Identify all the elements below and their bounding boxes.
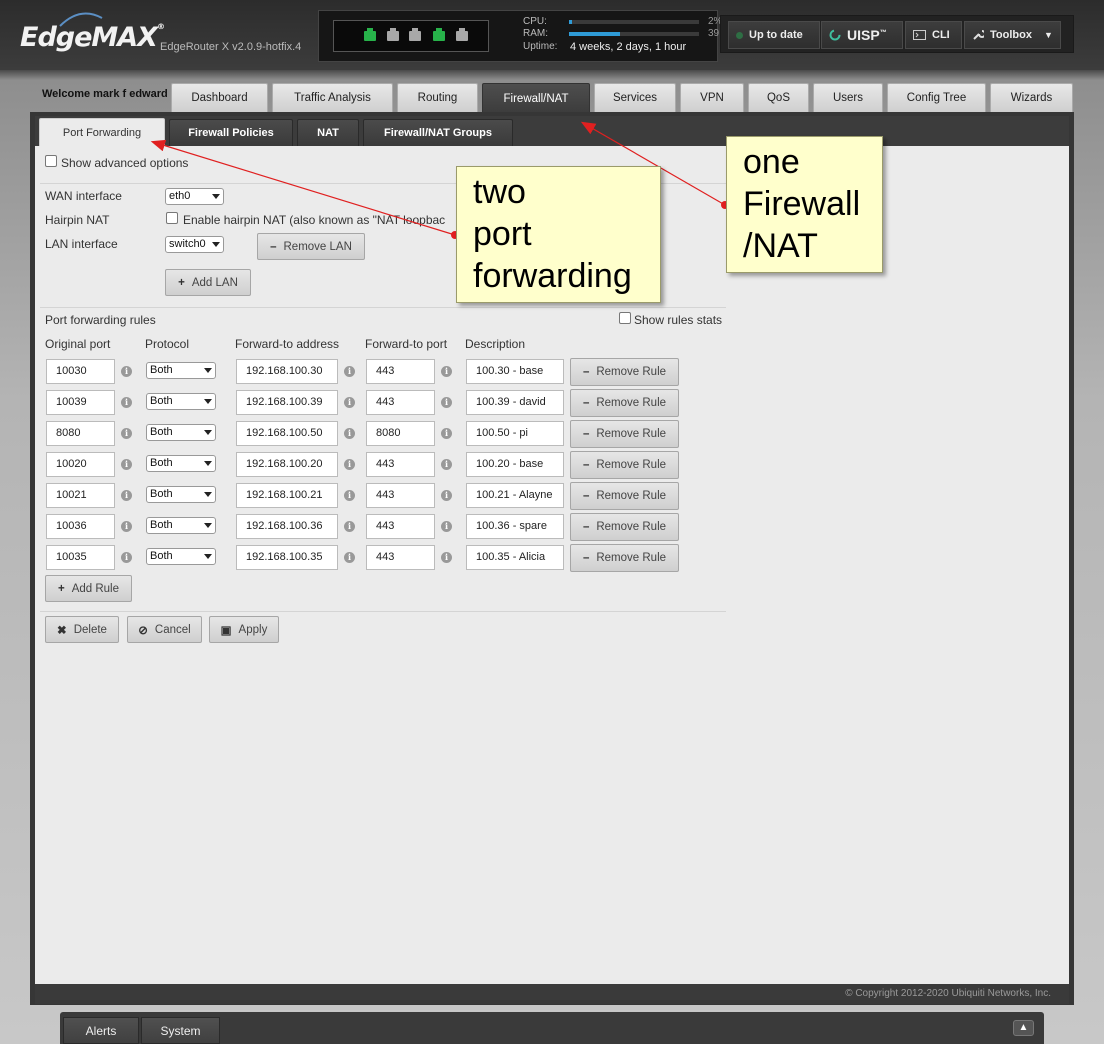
annotation-arrows [150,121,729,239]
annotation-note-one: one Firewall /NAT [726,136,883,273]
tab-alerts[interactable]: Alerts [63,1017,139,1044]
bottom-bar: Alerts System ▲ [60,1012,1044,1044]
chevron-up-icon[interactable]: ▲ [1013,1020,1034,1036]
tab-system[interactable]: System [141,1017,220,1044]
annotation-note-two: two port forwarding [456,166,661,303]
arrow-to-port-forwarding [150,139,456,236]
